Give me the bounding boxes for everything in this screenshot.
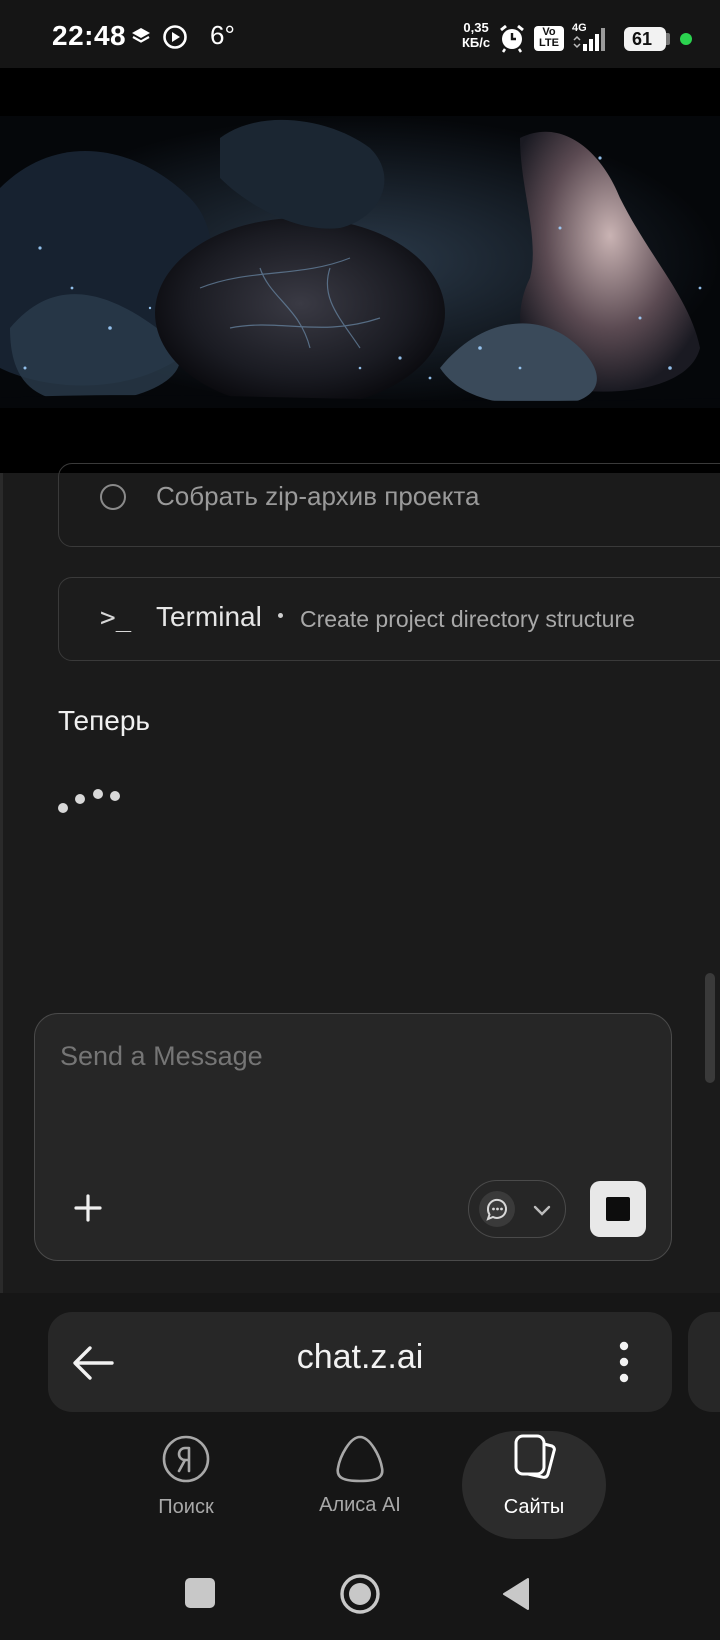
url-text[interactable]: chat.z.ai <box>48 1338 672 1377</box>
network-speed: 0,35 КБ/с <box>462 20 491 50</box>
nav-item-sites[interactable]: Сайты <box>464 1430 604 1530</box>
alarm-icon <box>498 23 526 58</box>
separator-dot <box>278 613 283 618</box>
assistant-partial-text: Теперь <box>58 705 150 736</box>
thread-rule <box>0 473 3 1293</box>
volte-badge: Vo LTE <box>534 26 564 51</box>
terminal-icon: >_ <box>100 603 132 633</box>
tool-title: Terminal <box>156 601 262 632</box>
status-bar: 22:48 6° 0,35 КБ/с Vo LTE 4G 61 <box>0 0 720 68</box>
battery-level: 61 <box>632 29 653 49</box>
message-input[interactable] <box>60 1041 620 1072</box>
plus-icon[interactable] <box>68 1188 108 1228</box>
more-vertical-icon[interactable] <box>610 1338 638 1391</box>
green-dot-indicator <box>680 33 692 45</box>
status-temperature: 6° <box>210 20 235 50</box>
tool-description: Create project directory structure <box>300 606 635 632</box>
layers-icon <box>130 26 152 53</box>
chat-bubble-icon[interactable] <box>478 1190 516 1233</box>
task-checkbox[interactable] <box>100 484 126 510</box>
signal-icon <box>572 26 612 57</box>
chevron-down-icon[interactable] <box>530 1198 554 1227</box>
scrollbar[interactable] <box>705 973 715 1083</box>
back-triangle-icon[interactable] <box>500 1576 532 1617</box>
tabs-icon <box>508 1432 560 1489</box>
next-tab-peek[interactable] <box>688 1312 720 1412</box>
play-circle-icon <box>162 24 188 55</box>
battery-tip <box>666 33 670 45</box>
nav-item-search[interactable]: Поиск <box>116 1430 256 1530</box>
alice-icon <box>334 1434 386 1489</box>
task-label: Собрать zip-архив проекта <box>156 481 480 511</box>
nav-item-alice[interactable]: Алиса AI <box>290 1430 430 1530</box>
nav-label: Поиск <box>158 1496 214 1518</box>
battery-icon: 61 <box>624 27 666 51</box>
home-circle-icon[interactable] <box>338 1572 382 1621</box>
yandex-search-icon <box>161 1434 211 1489</box>
recents-square-icon[interactable] <box>185 1578 215 1608</box>
nav-label: Алиса AI <box>319 1494 401 1516</box>
status-time: 22:48 <box>52 20 127 51</box>
stop-icon <box>606 1197 630 1221</box>
video-frame[interactable] <box>0 68 720 473</box>
nav-label: Сайты <box>503 1496 565 1518</box>
bottom-nav: Поиск Алиса AI Сайты <box>0 1420 720 1540</box>
video-frame-image <box>0 68 720 473</box>
